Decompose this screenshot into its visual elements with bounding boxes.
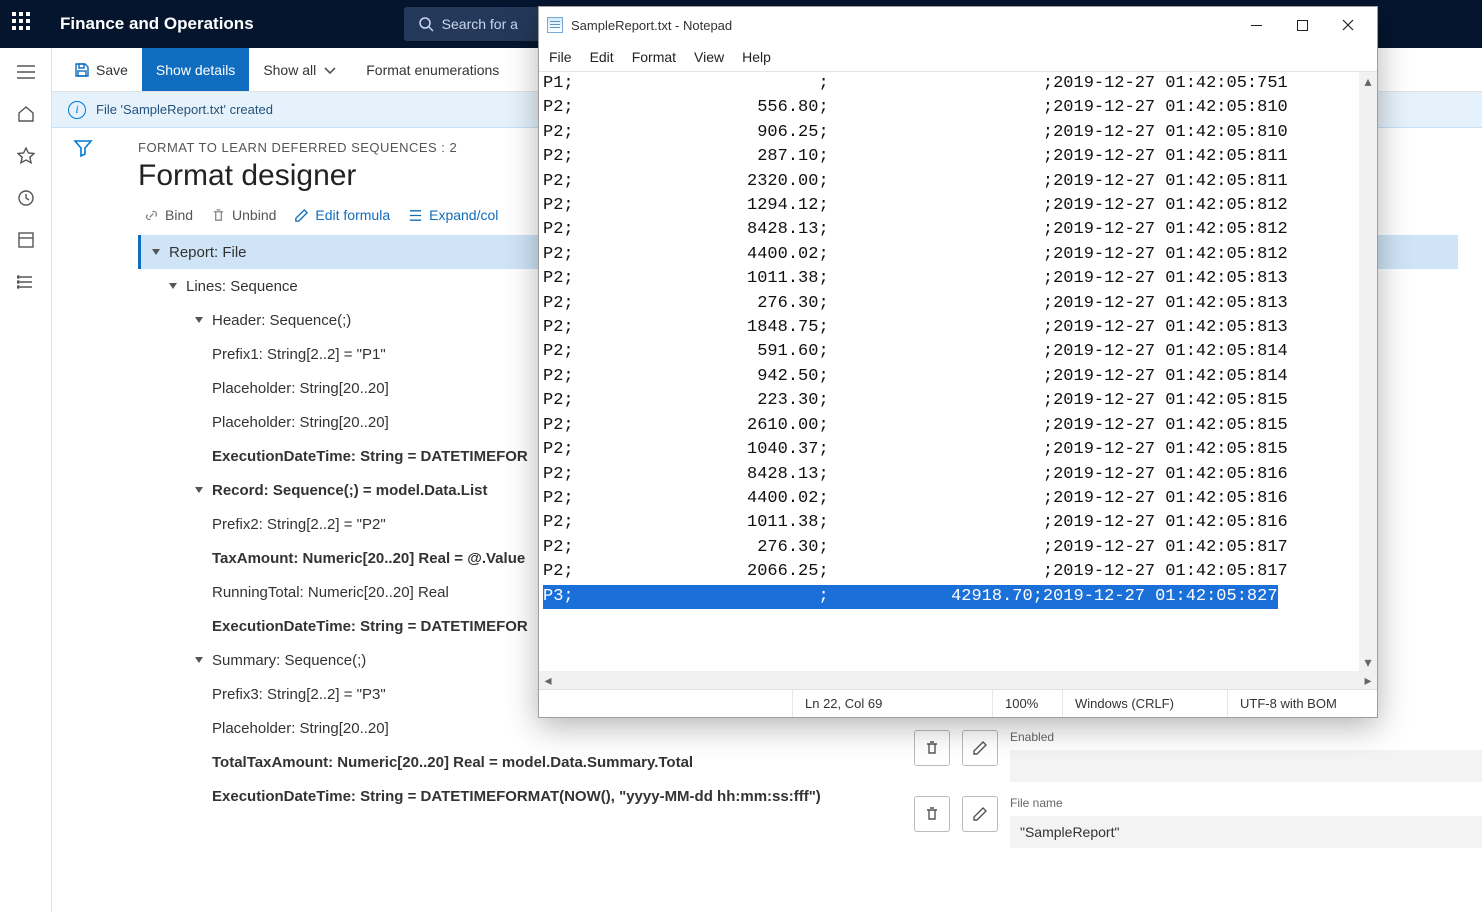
status-encoding: UTF-8 with BOM xyxy=(1227,690,1377,717)
minimize-button[interactable] xyxy=(1233,9,1279,41)
tree-label: TotalTaxAmount: Numeric[20..20] Real = m… xyxy=(212,754,693,771)
tree-label: RunningTotal: Numeric[20..20] Real xyxy=(212,584,449,601)
format-enum-label: Format enumerations xyxy=(366,62,499,78)
status-eol: Windows (CRLF) xyxy=(1062,690,1227,717)
link-icon xyxy=(144,208,159,223)
app-brand: Finance and Operations xyxy=(60,14,254,34)
tree-label: Report: File xyxy=(169,244,247,261)
save-button[interactable]: Save xyxy=(60,48,142,91)
tree-label: ExecutionDateTime: String = DATETIMEFOR xyxy=(212,618,528,635)
chevron-down-icon xyxy=(322,62,338,78)
notepad-text-area[interactable]: P1; ; ;2019-12-27 01:42:05:751 P2; 556.8… xyxy=(539,71,1377,689)
hamburger-icon[interactable] xyxy=(16,62,36,82)
edit-formula-button[interactable]: Edit formula xyxy=(294,207,390,223)
trash-icon xyxy=(211,208,226,223)
expand-collapse-button[interactable]: Expand/col xyxy=(408,207,498,223)
tree-label: Prefix3: String[2..2] = "P3" xyxy=(212,686,386,703)
scroll-left-icon[interactable]: ◂ xyxy=(539,671,557,689)
save-label: Save xyxy=(96,62,128,78)
status-zoom: 100% xyxy=(992,690,1062,717)
filename-input[interactable] xyxy=(1010,816,1482,848)
tree-label: Header: Sequence(;) xyxy=(212,312,351,329)
bind-button[interactable]: Bind xyxy=(144,207,193,223)
save-icon xyxy=(74,62,90,78)
modules-icon[interactable] xyxy=(16,272,36,292)
expand-label: Expand/col xyxy=(429,207,498,223)
show-details-button[interactable]: Show details xyxy=(142,48,249,91)
recent-icon[interactable] xyxy=(16,188,36,208)
filter-icon[interactable] xyxy=(73,138,93,158)
menu-format[interactable]: Format xyxy=(632,49,676,65)
show-all-button[interactable]: Show all xyxy=(249,48,352,91)
notepad-menubar: File Edit Format View Help xyxy=(539,43,1377,71)
menu-view[interactable]: View xyxy=(694,49,724,65)
search-icon xyxy=(418,16,434,32)
menu-edit[interactable]: Edit xyxy=(590,49,614,65)
tree-label: Summary: Sequence(;) xyxy=(212,652,366,669)
tree-label: Prefix1: String[2..2] = "P1" xyxy=(212,346,386,363)
tree-label: Placeholder: String[20..20] xyxy=(212,720,389,737)
close-button[interactable] xyxy=(1325,9,1371,41)
tree-label: Lines: Sequence xyxy=(186,278,298,295)
pencil-icon xyxy=(972,740,988,756)
edit-formula-label: Edit formula xyxy=(315,207,390,223)
search-placeholder: Search for a xyxy=(442,16,518,32)
tree-label: Placeholder: String[20..20] xyxy=(212,380,389,397)
info-icon: i xyxy=(68,101,86,119)
tree-label: ExecutionDateTime: String = DATETIMEFOR xyxy=(212,448,528,465)
pencil-icon xyxy=(294,208,309,223)
delete-filename-button[interactable] xyxy=(914,796,950,832)
scroll-down-icon[interactable]: ▾ xyxy=(1359,653,1377,671)
tree-label: Placeholder: String[20..20] xyxy=(212,414,389,431)
horizontal-scrollbar[interactable]: ◂ ▸ xyxy=(539,671,1377,689)
edit-enabled-button[interactable] xyxy=(962,730,998,766)
format-enumerations-button[interactable]: Format enumerations xyxy=(352,48,513,91)
notepad-app-icon xyxy=(547,17,563,33)
details-panel: Enabled File name xyxy=(902,730,1482,862)
delete-enabled-button[interactable] xyxy=(914,730,950,766)
vertical-scrollbar[interactable]: ▴ ▾ xyxy=(1359,72,1377,671)
trash-icon xyxy=(924,806,940,822)
waffle-icon[interactable] xyxy=(12,12,36,36)
menu-file[interactable]: File xyxy=(549,49,572,65)
notepad-title-text: SampleReport.txt - Notepad xyxy=(571,18,732,33)
bind-label: Bind xyxy=(165,207,193,223)
menu-help[interactable]: Help xyxy=(742,49,771,65)
trash-icon xyxy=(924,740,940,756)
info-text: File 'SampleReport.txt' created xyxy=(96,102,273,117)
unbind-button[interactable]: Unbind xyxy=(211,207,276,223)
scroll-right-icon[interactable]: ▸ xyxy=(1359,671,1377,689)
maximize-button[interactable] xyxy=(1279,9,1325,41)
filename-label: File name xyxy=(1010,796,1482,810)
show-details-label: Show details xyxy=(156,62,235,78)
tree-label: ExecutionDateTime: String = DATETIMEFORM… xyxy=(212,788,821,805)
left-rail xyxy=(0,48,52,912)
tree-label: Record: Sequence(;) = model.Data.List xyxy=(212,482,487,499)
unbind-label: Unbind xyxy=(232,207,276,223)
tree-label: TaxAmount: Numeric[20..20] Real = @.Valu… xyxy=(212,550,525,567)
pencil-icon xyxy=(972,806,988,822)
enabled-label: Enabled xyxy=(1010,730,1482,744)
enabled-input[interactable] xyxy=(1010,750,1482,782)
tree-label: Prefix2: String[2..2] = "P2" xyxy=(212,516,386,533)
home-icon[interactable] xyxy=(16,104,36,124)
status-cursor-pos: Ln 22, Col 69 xyxy=(792,690,992,717)
notepad-statusbar: Ln 22, Col 69 100% Windows (CRLF) UTF-8 … xyxy=(539,689,1377,717)
scroll-up-icon[interactable]: ▴ xyxy=(1359,72,1377,90)
show-all-label: Show all xyxy=(263,62,316,78)
workspace-icon[interactable] xyxy=(16,230,36,250)
notepad-window: SampleReport.txt - Notepad File Edit For… xyxy=(538,6,1378,718)
list-icon xyxy=(408,208,423,223)
notepad-titlebar[interactable]: SampleReport.txt - Notepad xyxy=(539,7,1377,43)
edit-filename-button[interactable] xyxy=(962,796,998,832)
star-icon[interactable] xyxy=(16,146,36,166)
